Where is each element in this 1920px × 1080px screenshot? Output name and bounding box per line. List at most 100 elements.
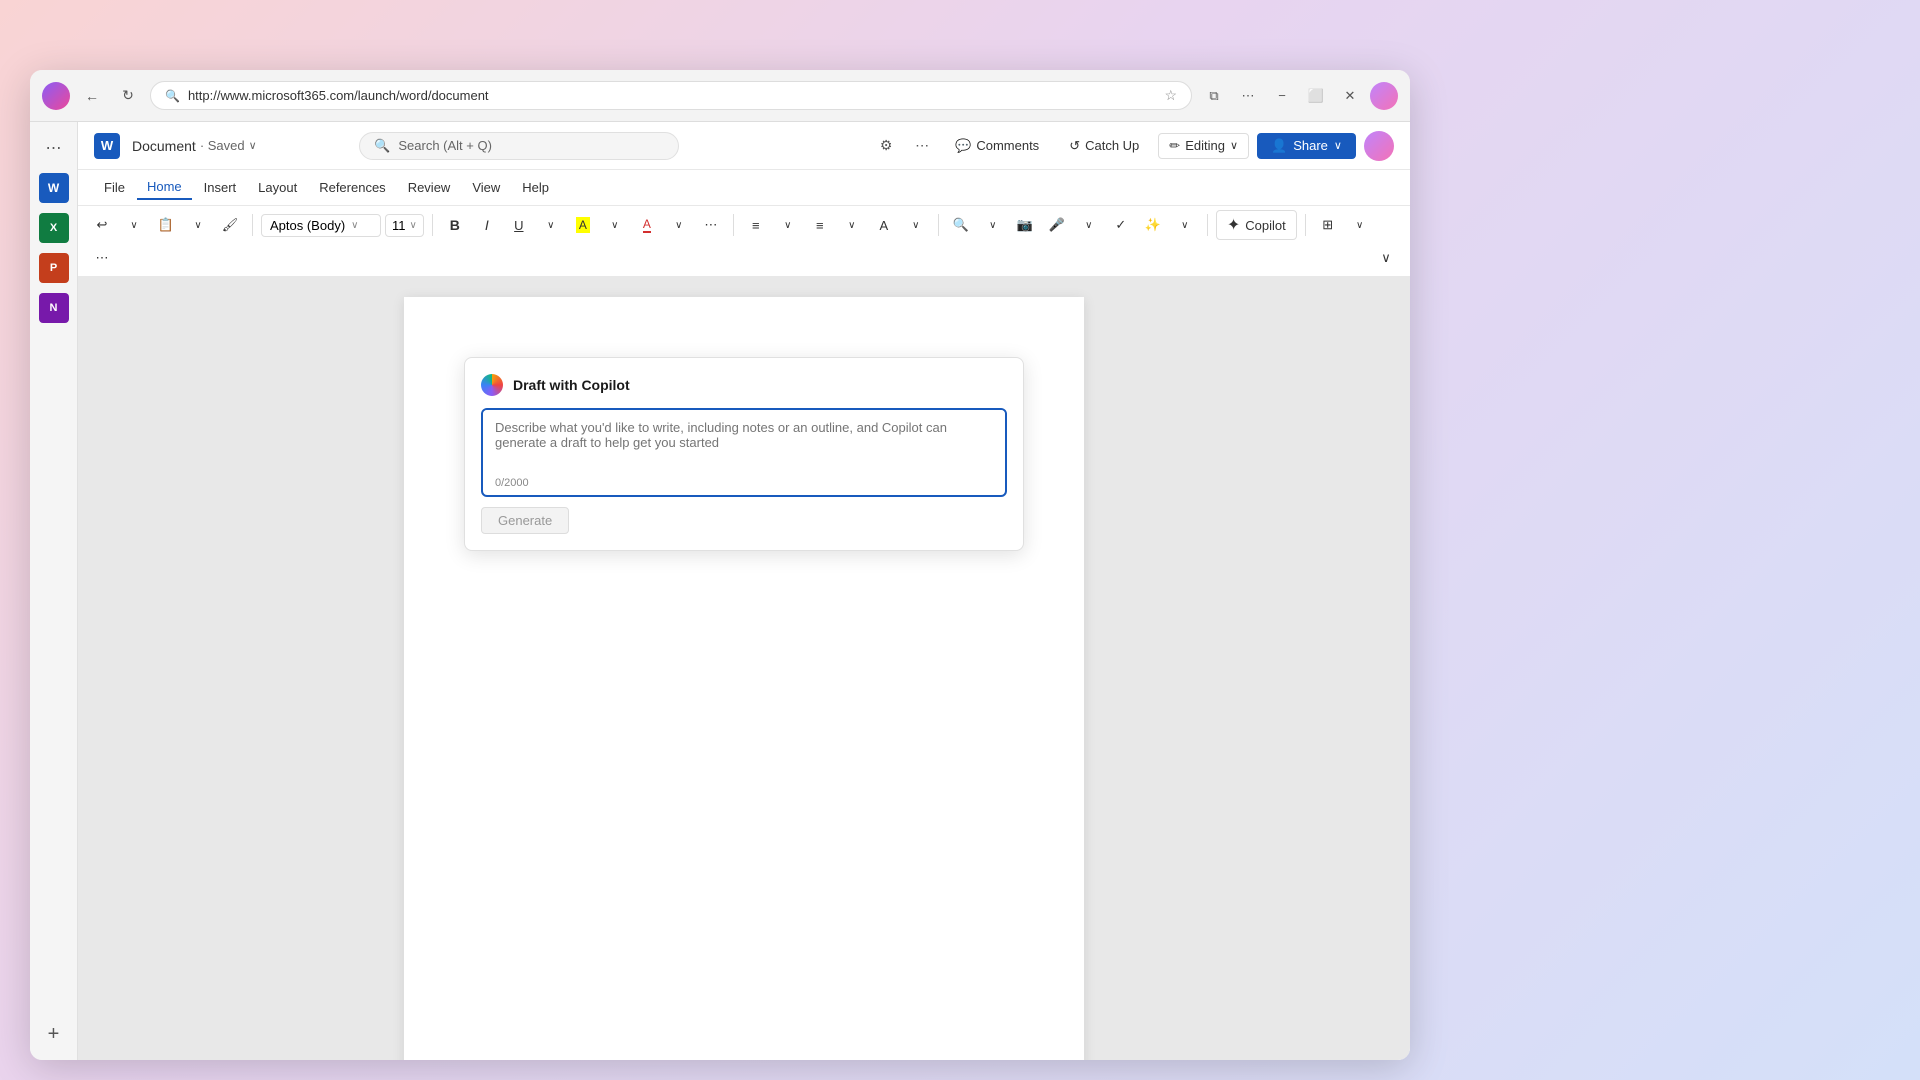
sidebar-item-word[interactable]: W — [36, 170, 72, 206]
header-search-bar[interactable]: 🔍 Search (Alt + Q) — [359, 132, 679, 160]
back-button[interactable]: ← — [78, 82, 106, 110]
minimize-button[interactable]: − — [1268, 82, 1296, 110]
user-profile-avatar[interactable] — [1364, 131, 1394, 161]
menu-item-file[interactable]: File — [94, 176, 135, 199]
editing-chevron: ∨ — [1230, 139, 1238, 152]
browser-profile-icon[interactable] — [42, 82, 70, 110]
undo-button[interactable]: ↩ — [88, 211, 116, 239]
table-dropdown[interactable]: ∨ — [1346, 211, 1374, 239]
highlight-dropdown[interactable]: ∨ — [601, 211, 629, 239]
doc-title-text: Document — [132, 138, 196, 154]
font-name-text: Aptos (Body) — [270, 218, 345, 233]
underline-button[interactable]: U — [505, 211, 533, 239]
toolbar-separator-2 — [432, 214, 433, 236]
find-button[interactable]: 🔍 — [947, 211, 975, 239]
url-bar[interactable]: 🔍 http://www.microsoft365.com/launch/wor… — [150, 81, 1192, 110]
editing-button[interactable]: ✏ Editing ∨ — [1158, 133, 1249, 159]
word-icon: W — [39, 173, 69, 203]
catch-up-icon: ↺ — [1069, 138, 1080, 154]
toolbar-more-btn[interactable]: ⋯ — [697, 211, 725, 239]
sidebar-item-apps[interactable]: ⋯ — [36, 130, 72, 166]
refresh-button[interactable]: ↻ — [114, 82, 142, 110]
rewrite-dropdown[interactable]: ∨ — [1171, 211, 1199, 239]
font-size-dropdown[interactable]: 11 ∨ — [385, 214, 424, 237]
font-color-button[interactable]: A — [633, 211, 661, 239]
format-painter-icon: 🖌 — [222, 217, 239, 233]
font-size-text: 11 — [392, 218, 406, 233]
list-dropdown[interactable]: ∨ — [774, 211, 802, 239]
toolbar-overflow-more[interactable]: ⋯ — [88, 244, 116, 272]
editing-pencil-icon: ✏ — [1169, 138, 1180, 154]
bold-button[interactable]: B — [441, 211, 469, 239]
find-dropdown[interactable]: ∨ — [979, 211, 1007, 239]
sidebar-item-powerpoint[interactable]: P — [36, 250, 72, 286]
document-page[interactable]: Draft with Copilot 0/2000 Generate — [404, 297, 1084, 1060]
styles-button[interactable]: A — [870, 211, 898, 239]
toolbar-ellipsis-icon: ⋯ — [704, 217, 717, 233]
sidebar-item-onenote[interactable]: N — [36, 290, 72, 326]
menu-view-label: View — [472, 180, 500, 195]
bookmark-icon[interactable]: ☆ — [1164, 87, 1177, 104]
close-button[interactable]: ✕ — [1336, 82, 1364, 110]
italic-button[interactable]: I — [473, 211, 501, 239]
clipboard-dropdown[interactable]: ∨ — [184, 211, 212, 239]
comments-button[interactable]: 💬 Comments — [944, 133, 1050, 159]
mic-dropdown[interactable]: ∨ — [1075, 211, 1103, 239]
share-button[interactable]: 👤 Share ∨ — [1257, 133, 1356, 159]
toolbar: ↩ ∨ 📋 ∨ 🖌 Aptos (Body) ∨ — [78, 206, 1410, 277]
copilot-draft-panel: Draft with Copilot 0/2000 Generate — [464, 357, 1024, 551]
menu-item-insert[interactable]: Insert — [194, 176, 247, 199]
rewrite-button[interactable]: ✨ — [1139, 211, 1167, 239]
toolbar-expand-icon: ∨ — [1381, 250, 1391, 266]
browser-more-button[interactable]: ⋯ — [1234, 82, 1262, 110]
align-button[interactable]: ≡ — [806, 211, 834, 239]
styles-dropdown[interactable]: ∨ — [902, 211, 930, 239]
browser-user-avatar[interactable] — [1370, 82, 1398, 110]
undo-dropdown[interactable]: ∨ — [120, 211, 148, 239]
copilot-char-count: 0/2000 — [483, 475, 1005, 495]
share-label: Share — [1293, 138, 1328, 153]
toolbar-separator-6 — [1305, 214, 1306, 236]
url-text: http://www.microsoft365.com/launch/word/… — [188, 88, 1156, 103]
menu-item-home[interactable]: Home — [137, 175, 192, 200]
toolbar-expand-button[interactable]: ∨ — [1372, 244, 1400, 272]
menu-item-help[interactable]: Help — [512, 176, 559, 199]
maximize-button[interactable]: ⬜ — [1302, 82, 1330, 110]
undo-icon: ↩ — [97, 217, 108, 233]
browser-window: ← ↻ 🔍 http://www.microsoft365.com/launch… — [30, 70, 1410, 1060]
document-area[interactable]: Draft with Copilot 0/2000 Generate — [78, 277, 1410, 1060]
sidebar-item-excel[interactable]: X — [36, 210, 72, 246]
settings-button[interactable]: ⚙ — [872, 132, 900, 160]
sidebar-add-button[interactable]: + — [36, 1016, 72, 1052]
catch-up-button[interactable]: ↺ Catch Up — [1058, 133, 1150, 159]
apps-grid-icon: ⋯ — [46, 138, 62, 158]
menu-item-references[interactable]: References — [309, 176, 395, 199]
gear-icon: ⚙ — [880, 137, 893, 154]
editor-button[interactable]: ✓ — [1107, 211, 1135, 239]
font-color-dropdown[interactable]: ∨ — [665, 211, 693, 239]
font-name-dropdown[interactable]: Aptos (Body) ∨ — [261, 214, 381, 237]
document-title[interactable]: Document · Saved ∨ — [132, 138, 257, 154]
menu-item-view[interactable]: View — [462, 176, 510, 199]
word-app-logo: W — [94, 133, 120, 159]
extensions-button[interactable]: ⧉ — [1200, 82, 1228, 110]
copilot-generate-button[interactable]: Generate — [481, 507, 569, 534]
copilot-toolbar-button[interactable]: ✦ Copilot — [1216, 210, 1297, 240]
table-button[interactable]: ⊞ — [1314, 211, 1342, 239]
menu-item-layout[interactable]: Layout — [248, 176, 307, 199]
list-button[interactable]: ≡ — [742, 211, 770, 239]
format-painter-button[interactable]: 🖌 — [216, 211, 244, 239]
menu-item-review[interactable]: Review — [398, 176, 461, 199]
doc-title-chevron[interactable]: ∨ — [249, 139, 257, 152]
underline-dropdown[interactable]: ∨ — [537, 211, 565, 239]
share-chevron: ∨ — [1334, 139, 1342, 152]
copilot-prompt-input[interactable] — [483, 410, 1005, 470]
editor-icon: ✓ — [1115, 217, 1126, 233]
align-dropdown[interactable]: ∨ — [838, 211, 866, 239]
highlight-button[interactable]: A — [569, 211, 597, 239]
camera-button[interactable]: 📷 — [1011, 211, 1039, 239]
clipboard-button[interactable]: 📋 — [152, 211, 180, 239]
toolbar-separator-3 — [733, 214, 734, 236]
mic-button[interactable]: 🎤 — [1043, 211, 1071, 239]
header-more-button[interactable]: ⋯ — [908, 132, 936, 160]
